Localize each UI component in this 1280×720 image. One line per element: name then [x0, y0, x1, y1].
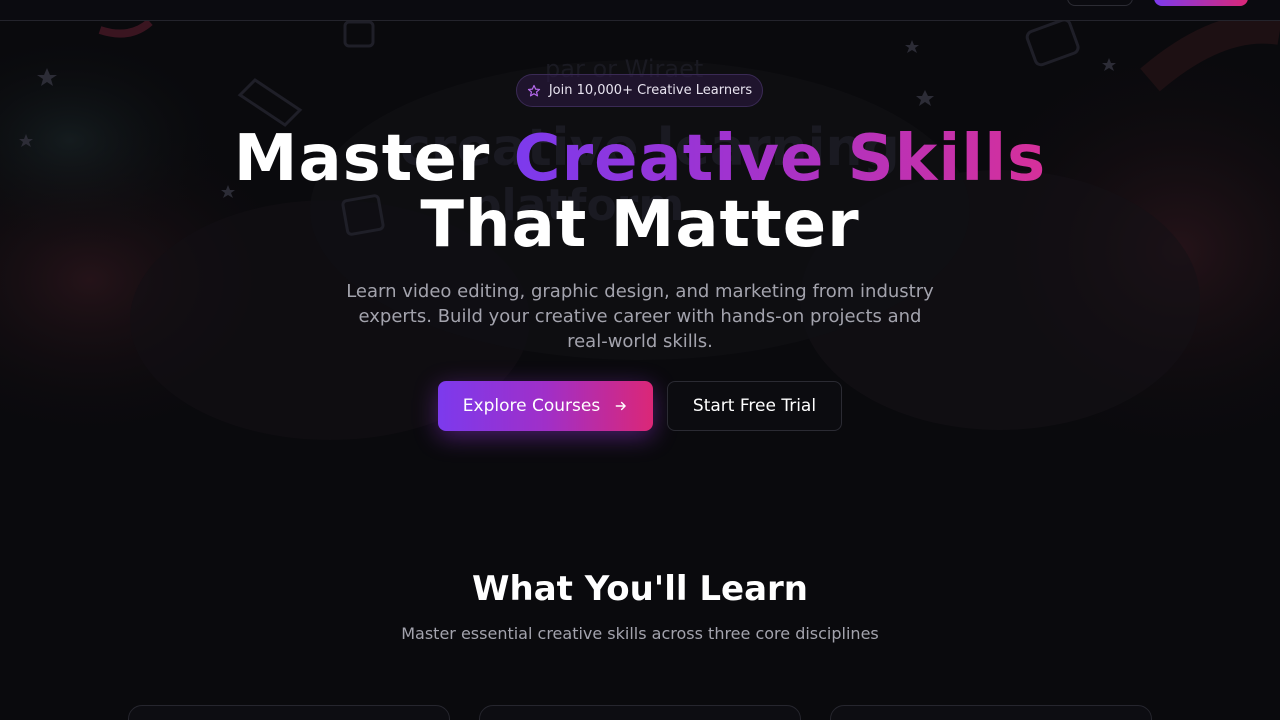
arrow-right-icon [615, 401, 626, 411]
what-youll-learn-title: What You'll Learn [472, 569, 808, 609]
course-card-2[interactable] [479, 705, 801, 720]
what-youll-learn-subtitle: Master essential creative skills across … [401, 624, 879, 643]
hero-title: Master Creative Skills That Matter [0, 126, 1280, 258]
hero-subtitle: Learn video editing, graphic design, and… [346, 281, 934, 352]
signup-button[interactable] [1154, 0, 1248, 6]
hero-title-word: Master [233, 122, 491, 196]
course-card-1[interactable] [128, 705, 450, 720]
top-navigation-bar [0, 0, 1280, 21]
landing-page: par or Wiraet creative learning platform… [0, 0, 1280, 720]
explore-courses-label: Explore Courses [462, 396, 601, 416]
hero-title-line-2: That Matter [420, 188, 860, 262]
star-icon [527, 84, 540, 96]
start-free-trial-button[interactable]: Start Free Trial [667, 381, 842, 431]
login-button[interactable] [1067, 0, 1133, 6]
hero-title-highlight: Creative Skills [513, 122, 1047, 196]
hero-section: Join 10,000+ Creative Learners Master Cr… [0, 0, 1280, 720]
course-card-3[interactable] [830, 705, 1152, 720]
explore-courses-button[interactable]: Explore Courses [438, 381, 653, 431]
badge-text: Join 10,000+ Creative Learners [548, 83, 753, 98]
learners-badge: Join 10,000+ Creative Learners [516, 74, 763, 107]
hero-title-line-1: Master Creative Skills [0, 126, 1280, 192]
